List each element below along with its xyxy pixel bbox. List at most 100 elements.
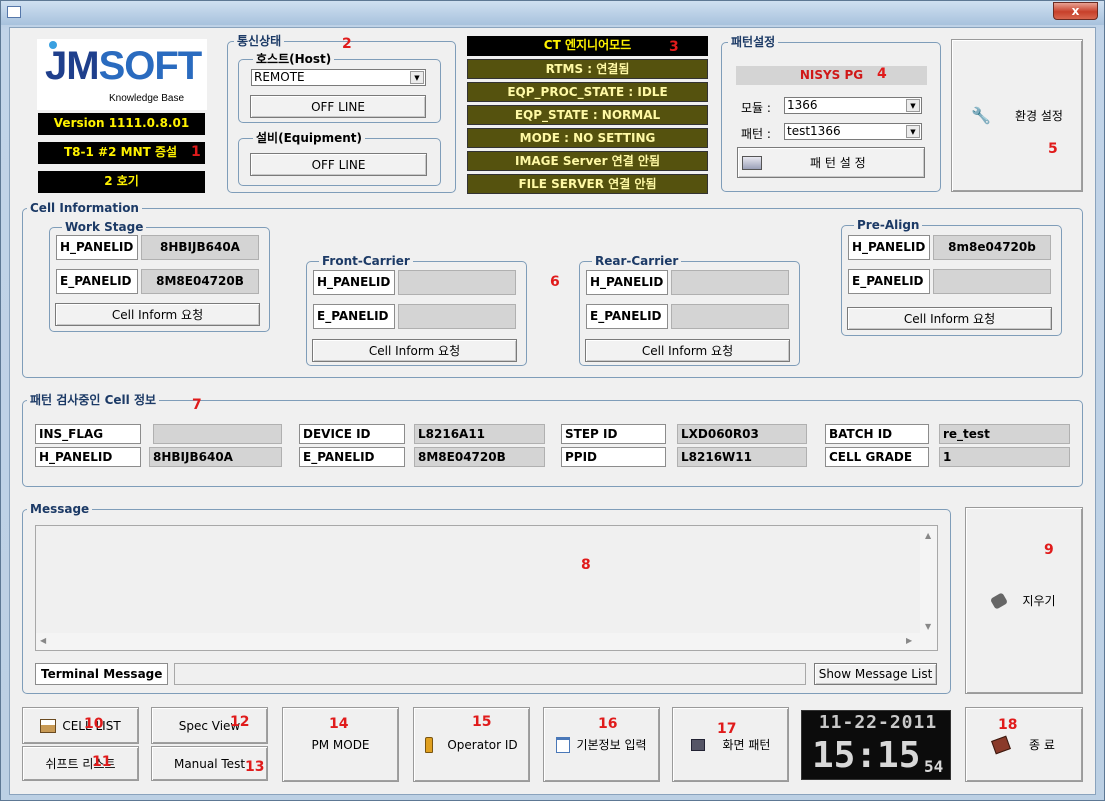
inspect-info-title: 패턴 검사중인 Cell 정보 [27,393,160,407]
chevron-down-icon[interactable]: ▼ [906,99,920,112]
ppid-label: PPID [561,447,666,467]
spec-view-button[interactable]: Spec View [151,707,268,744]
terminal-message-label: Terminal Message [35,663,168,685]
rear-carrier-title: Rear-Carrier [592,254,682,268]
status-image-server: IMAGE Server 연결 안됨 [467,151,708,171]
scroll-up-arrow[interactable]: ▲ [925,531,931,540]
logo-tagline: Knowledge Base [109,93,185,104]
screen-pattern-button[interactable]: 화면 패턴 [672,707,789,782]
pre-align-h-panelid-label: H_PANELID [848,235,930,260]
annotation-14: 14 [329,716,349,732]
scroll-left-arrow[interactable]: ◀ [40,636,46,645]
rear-carrier-cell-inform-button[interactable]: Cell Inform 요청 [585,339,790,362]
annotation-7: 7 [192,397,202,413]
clock-time: 15:15 [812,735,921,776]
env-settings-button[interactable]: 🔧 환경 설정 [951,39,1083,192]
manual-test-label: Manual Test [173,756,246,771]
pattern-label: 패턴 : [741,127,771,141]
work-stage-cell-inform-button[interactable]: Cell Inform 요청 [55,303,260,326]
logo-j: J [45,44,67,88]
pre-align-h-panelid-value: 8m8e04720b [933,235,1051,260]
horizontal-scrollbar[interactable]: ◀ ▶ [36,633,920,650]
host-offline-button[interactable]: OFF LINE [250,95,426,118]
module-select[interactable]: 1366 ▼ [784,97,922,114]
cell-list-button[interactable]: CELL LIST [22,707,139,744]
equipment-offline-button[interactable]: OFF LINE [250,153,427,176]
eraser-icon [990,591,1009,610]
pattern-settings-title: 패턴설정 [728,35,779,49]
pattern-set-button[interactable]: 패 턴 설 정 [737,147,925,178]
annotation-16: 16 [598,716,618,732]
annotation-11: 11 [92,754,112,770]
exit-door-icon [991,735,1011,754]
device-id-value: L8216A11 [414,424,545,444]
shift-list-button[interactable]: 쉬프트 리스트 [22,746,139,781]
front-carrier-h-panelid-value [398,270,516,295]
inspect-h-panelid-label: H_PANELID [35,447,141,467]
title-bar[interactable]: x [1,1,1104,25]
vertical-scrollbar[interactable]: ▲ ▼ [920,526,937,650]
clock-date: 11-22-2011 [818,712,938,733]
message-textarea[interactable]: ▲ ▼ ◀ ▶ [35,525,938,651]
module-label: 모듈 : [741,101,771,115]
annotation-5: 5 [1048,141,1058,157]
work-stage-title: Work Stage [62,220,147,234]
equipment-title: 설비(Equipment) [253,131,366,145]
pattern-set-label: 패 턴 설 정 [810,156,866,170]
annotation-1: 1 [191,144,201,160]
show-message-list-button[interactable]: Show Message List [814,663,937,685]
printer-icon [40,718,57,733]
step-id-label: STEP ID [561,424,666,444]
bottle-icon [425,736,434,753]
host-mode-select[interactable]: REMOTE ▼ [251,69,426,86]
exit-button[interactable]: 종 료 [965,707,1083,782]
main-window: x JMSOFT Knowledge Base Version 1111.0.8… [0,0,1105,801]
logo: JMSOFT Knowledge Base [37,39,207,110]
annotation-13: 13 [245,759,265,775]
close-button[interactable]: x [1053,2,1098,20]
scroll-right-arrow[interactable]: ▶ [906,636,912,645]
batch-id-label: BATCH ID [825,424,929,444]
work-stage-e-panelid-label: E_PANELID [56,269,138,294]
operator-id-label: Operator ID [447,737,518,752]
front-carrier-e-panelid-value [398,304,516,329]
pre-align-cell-inform-button[interactable]: Cell Inform 요청 [847,307,1052,330]
message-title: Message [27,502,93,516]
ins-flag-label: INS_FLAG [35,424,141,444]
status-rtms: RTMS : 연결됨 [467,59,708,79]
pattern-select[interactable]: test1366 ▼ [784,123,922,140]
scroll-down-arrow[interactable]: ▼ [925,622,931,631]
logo-soft: SOFT [98,44,203,88]
front-carrier-title: Front-Carrier [319,254,413,268]
host-title: 호스트(Host) [253,52,335,66]
exit-label: 종 료 [1029,738,1055,752]
host-mode-value: REMOTE [254,70,305,84]
inspect-e-panelid-label: E_PANELID [299,447,405,467]
clear-button[interactable]: 지우기 [965,507,1083,694]
pre-align-e-panelid-value [933,269,1051,294]
annotation-17: 17 [717,721,737,737]
pre-align-e-panelid-label: E_PANELID [848,269,930,294]
front-carrier-h-panelid-label: H_PANELID [313,270,395,295]
annotation-4: 4 [877,66,887,82]
clock-seconds: 54 [924,757,944,776]
version-label: Version 1111.0.8.01 [38,113,205,135]
annotation-2: 2 [342,36,352,52]
chevron-down-icon[interactable]: ▼ [410,71,424,84]
basic-info-label: 기본정보 입력 [576,738,647,752]
terminal-message-input[interactable] [174,663,806,685]
status-eqp-state: EQP_STATE : NORMAL [467,105,708,125]
status-mode: MODE : NO SETTING [467,128,708,148]
device-id-label: DEVICE ID [299,424,405,444]
pg-name-label: NISYS PG [736,66,927,85]
annotation-6: 6 [550,274,560,290]
annotation-9: 9 [1044,542,1054,558]
ppid-value: L8216W11 [677,447,807,467]
drive-icon [742,155,762,170]
work-stage-e-panelid-value: 8M8E04720B [141,269,259,294]
env-settings-label: 환경 설정 [1014,109,1063,123]
annotation-15: 15 [472,714,492,730]
clear-label: 지우기 [1022,594,1056,608]
chevron-down-icon[interactable]: ▼ [906,125,920,138]
front-carrier-cell-inform-button[interactable]: Cell Inform 요청 [312,339,517,362]
